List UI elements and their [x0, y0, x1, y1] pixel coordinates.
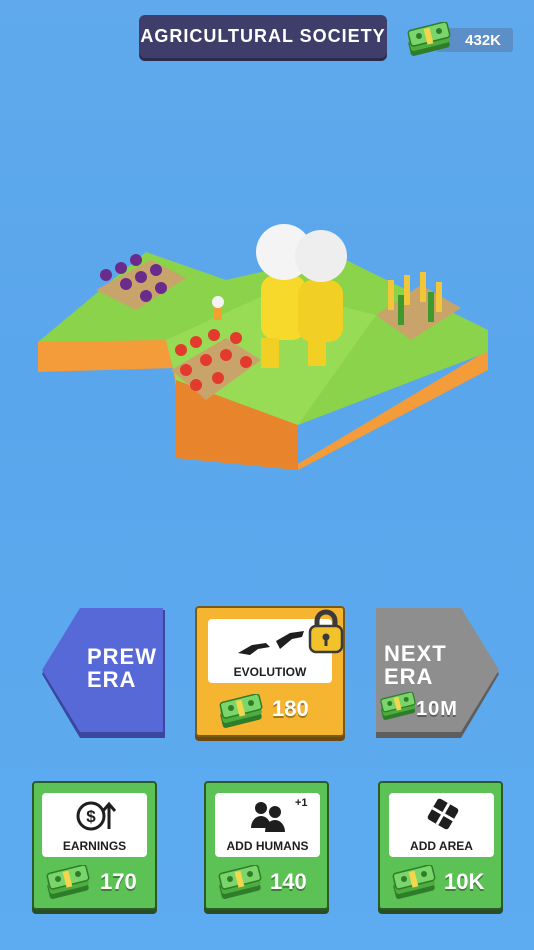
cash-icon [391, 865, 437, 899]
prev-era-button[interactable]: PREW ERA [40, 608, 167, 740]
earnings-label: EARNINGS [62, 839, 127, 853]
add-area-button[interactable]: ADD AREA 10K [378, 781, 503, 910]
svg-text:$: $ [86, 807, 96, 826]
add-humans-panel: +1 ADD HUMANS [215, 793, 320, 857]
add-humans-badge: +1 [295, 797, 308, 809]
add-area-label: ADD AREA [410, 839, 473, 853]
add-humans-label: ADD HUMANS [226, 839, 309, 853]
next-era-label: NEXT ERA [384, 641, 447, 689]
cash-icon [218, 694, 264, 728]
evolution-button[interactable]: EVOLUTIOW 180 [195, 606, 345, 737]
add-humans-icon [251, 802, 285, 832]
small-human [212, 296, 224, 308]
add-humans-button[interactable]: +1 ADD HUMANS 140 [204, 781, 329, 910]
cash-icon [406, 22, 452, 56]
cash-icon [379, 692, 417, 720]
add-humans-price: 140 [270, 869, 307, 894]
add-area-panel: ADD AREA [389, 793, 494, 857]
dollar-up-icon: $ [76, 801, 116, 831]
cash-icon [45, 865, 91, 899]
next-era-price: 10M [416, 698, 458, 720]
earnings-button[interactable]: $ EARNINGS 170 [32, 781, 157, 910]
evolution-price: 180 [272, 696, 309, 721]
lock-icon [308, 609, 344, 654]
evolution-hands-icon [238, 631, 304, 655]
cash-icon [217, 865, 263, 899]
next-era-button[interactable]: NEXT ERA 10M [374, 608, 501, 740]
evolution-label: EVOLUTIOW [233, 665, 307, 679]
add-area-price: 10K [444, 869, 485, 894]
earnings-price: 170 [100, 869, 137, 894]
prev-era-label: PREW ERA [87, 644, 157, 692]
island-scene[interactable] [36, 220, 492, 480]
area-tiles-icon [427, 798, 459, 830]
earnings-panel: $ EARNINGS [42, 793, 147, 857]
era-title: AGRICULTURAL SOCIETY [139, 15, 387, 58]
